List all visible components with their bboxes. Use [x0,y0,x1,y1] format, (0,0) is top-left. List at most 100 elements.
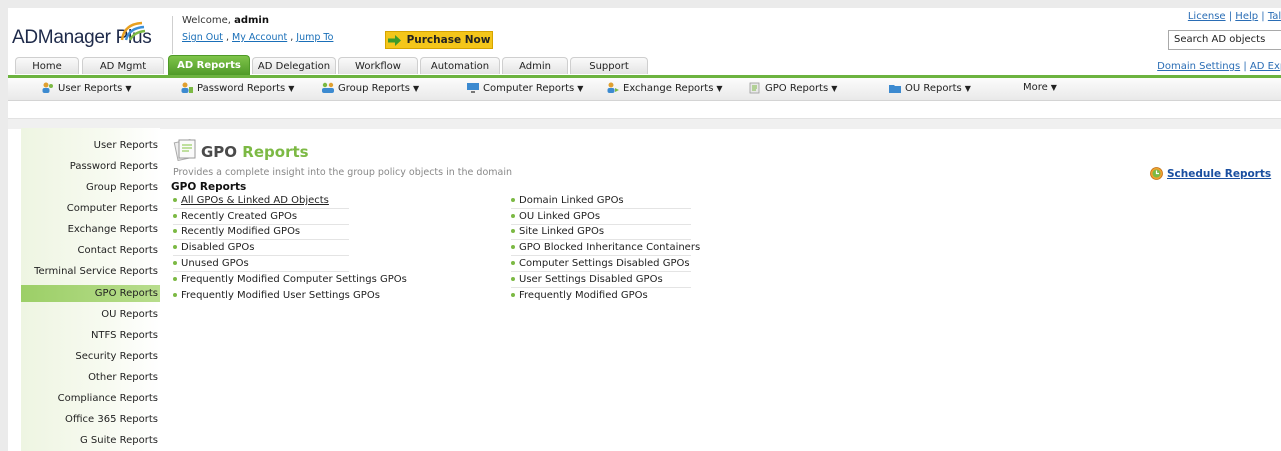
domain-settings-link[interactable]: Domain Settings [1157,61,1240,72]
sign-out-link[interactable]: Sign Out [182,32,223,43]
subnav-label: Exchange Reports [623,82,714,94]
divider [511,287,691,288]
sidebar-item-gpo-reports[interactable]: GPO Reports [95,288,158,299]
ad-explorer-link[interactable]: AD Expl [1250,61,1281,72]
arrow-right-icon [387,34,401,46]
sidebar-item-office-365-reports[interactable]: Office 365 Reports [65,414,158,425]
report-link-computer-settings-disabled-gpos[interactable]: Computer Settings Disabled GPOs [511,258,690,269]
report-link-all-gpos-linked-ad-objects[interactable]: All GPOs & Linked AD Objects [173,195,329,206]
app-frame: ADManager Plus Welcome, admin Sign Out ,… [8,8,1281,451]
sidebar-item-user-reports[interactable]: User Reports [94,140,158,151]
talk-link[interactable]: Talk [1268,11,1281,22]
section-title: GPO Reports [171,181,247,193]
page-description: Provides a complete insight into the gro… [173,167,512,178]
domain-links: Domain Settings | AD Expl [1157,61,1281,72]
sidebar-item-contact-reports[interactable]: Contact Reports [78,245,158,256]
tab-label: AD Reports [177,60,241,71]
report-link-site-linked-gpos[interactable]: Site Linked GPOs [511,226,604,237]
sidebar-item-terminal-service-reports[interactable]: Terminal Service Reports [34,266,158,277]
subnav-user-reports[interactable]: User Reports ▼ [41,82,132,94]
sidebar-item-ntfs-reports[interactable]: NTFS Reports [91,330,158,341]
divider [511,224,691,225]
tab-support[interactable]: Support [570,57,648,74]
exchange-icon [607,82,619,93]
schedule-reports-link[interactable]: Schedule Reports [1150,167,1271,180]
sidebar-item-ou-reports[interactable]: OU Reports [101,309,158,320]
subnav-label: Group Reports [338,82,410,94]
subnav-more[interactable]: More ▼ [1023,82,1057,93]
report-link-frequently-modified-gpos[interactable]: Frequently Modified GPOs [511,290,648,301]
report-link-label: User Settings Disabled GPOs [519,274,663,285]
my-account-link[interactable]: My Account [232,32,287,43]
search-input[interactable]: Search AD objects [1168,30,1281,50]
subnav-group-reports[interactable]: Group Reports ▼ [321,82,419,94]
tab-label: Admin [519,60,551,72]
sidebar-item-password-reports[interactable]: Password Reports [70,161,158,172]
report-link-label: Domain Linked GPOs [519,195,624,206]
tab-automation[interactable]: Automation [420,57,500,74]
subnav-password-reports[interactable]: Password Reports ▼ [180,82,294,94]
report-link-freq-modified-computer-settings-gpos[interactable]: Frequently Modified Computer Settings GP… [173,274,407,285]
subnav-computer-reports[interactable]: Computer Reports ▼ [466,82,583,94]
caret-down-icon: ▼ [288,83,295,93]
sidebar-item-exchange-reports[interactable]: Exchange Reports [68,224,158,235]
report-link-ou-linked-gpos[interactable]: OU Linked GPOs [511,211,600,222]
tab-ad-reports[interactable]: AD Reports [168,55,250,75]
bullet-icon [511,198,515,202]
bullet-icon [173,198,177,202]
divider [511,271,691,272]
tab-admin[interactable]: Admin [502,57,568,74]
sidebar-item-computer-reports[interactable]: Computer Reports [67,203,158,214]
subnav-label: OU Reports [905,82,962,94]
caret-down-icon: ▼ [716,83,723,93]
sidebar-item-g-suite-reports[interactable]: G Suite Reports [80,435,158,446]
report-link-label: All GPOs & Linked AD Objects [181,195,329,206]
subnav-exchange-reports[interactable]: Exchange Reports ▼ [606,82,723,94]
report-link-user-settings-disabled-gpos[interactable]: User Settings Disabled GPOs [511,274,663,285]
tab-label: AD Mgmt [99,60,147,72]
welcome-text: Welcome, admin [182,15,269,26]
sidebar-item-security-reports[interactable]: Security Reports [75,351,158,362]
report-link-recently-created-gpos[interactable]: Recently Created GPOs [173,211,297,222]
divider [173,239,349,240]
report-link-gpo-blocked-inheritance-containers[interactable]: GPO Blocked Inheritance Containers [511,242,700,253]
header: ADManager Plus Welcome, admin Sign Out ,… [8,8,1281,56]
sub-navigation: User Reports ▼ Password Reports ▼ Group Re… [8,78,1281,101]
sidebar-item-compliance-reports[interactable]: Compliance Reports [58,393,158,404]
subnav-label: More [1023,82,1048,93]
report-link-freq-modified-user-settings-gpos[interactable]: Frequently Modified User Settings GPOs [173,290,380,301]
tab-ad-mgmt[interactable]: AD Mgmt [82,57,164,74]
report-link-domain-linked-gpos[interactable]: Domain Linked GPOs [511,195,624,206]
bullet-icon [511,214,515,218]
subnav-gpo-reports[interactable]: GPO Reports ▼ [748,82,837,94]
bullet-icon [511,245,515,249]
jump-to-link[interactable]: Jump To [296,32,333,43]
report-link-unused-gpos[interactable]: Unused GPOs [173,258,249,269]
bullet-icon [511,277,515,281]
tab-ad-delegation[interactable]: AD Delegation [252,57,336,74]
bullet-icon [173,261,177,265]
caret-down-icon: ▼ [577,83,584,93]
users-icon [42,82,53,93]
bullet-icon [173,293,177,297]
divider [511,255,691,256]
tab-workflow[interactable]: Workflow [338,57,418,74]
computer-icon [467,83,479,93]
purchase-now-button[interactable]: Purchase Now [385,31,493,49]
divider [173,208,349,209]
bullet-icon [511,293,515,297]
license-link[interactable]: License [1188,11,1226,22]
purchase-now-label: Purchase Now [406,34,491,46]
help-link[interactable]: Help [1235,11,1258,22]
report-link-label: Computer Settings Disabled GPOs [519,258,690,269]
bullet-icon [173,245,177,249]
sidebar-item-other-reports[interactable]: Other Reports [88,372,158,383]
sidebar-item-group-reports[interactable]: Group Reports [86,182,158,193]
report-link-label: OU Linked GPOs [519,211,601,222]
subnav-ou-reports[interactable]: OU Reports ▼ [888,82,971,94]
tab-home[interactable]: Home [15,57,79,74]
report-link-recently-modified-gpos[interactable]: Recently Modified GPOs [173,226,300,237]
header-divider [172,16,173,54]
report-link-disabled-gpos[interactable]: Disabled GPOs [173,242,254,253]
page-title-part1: GPO [201,143,238,161]
